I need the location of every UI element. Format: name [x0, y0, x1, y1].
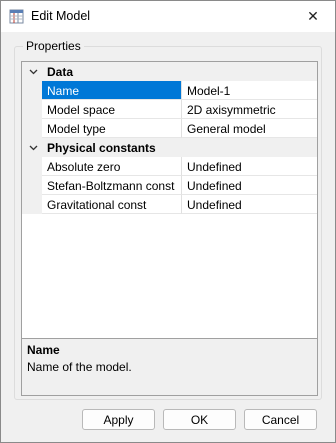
table-app-icon	[9, 9, 24, 24]
category-physical-constants[interactable]: Physical constants	[22, 138, 317, 157]
property-row-stefan-boltzmann[interactable]: Stefan-Boltzmann const Undefined	[22, 176, 317, 195]
help-title: Name	[27, 343, 60, 357]
property-row-name[interactable]: Name Model-1	[22, 81, 317, 100]
property-row-model-type[interactable]: Model type General model	[22, 119, 317, 138]
window-title: Edit Model	[31, 9, 91, 23]
property-value[interactable]: Undefined	[181, 195, 317, 214]
property-value[interactable]: Model-1	[181, 81, 317, 100]
close-button[interactable]: ✕	[291, 1, 335, 32]
property-value[interactable]: 2D axisymmetric	[181, 100, 317, 119]
property-name[interactable]: Stefan-Boltzmann const	[42, 176, 181, 195]
property-name[interactable]: Name	[42, 81, 181, 100]
row-gutter	[22, 157, 42, 176]
ok-button[interactable]: OK	[163, 409, 236, 430]
row-gutter	[22, 100, 42, 119]
row-gutter	[22, 119, 42, 138]
property-name[interactable]: Model type	[42, 119, 181, 138]
title-bar[interactable]: Edit Model ✕	[1, 1, 335, 32]
category-data[interactable]: Data	[22, 62, 317, 81]
category-label: Data	[47, 65, 74, 79]
category-label: Physical constants	[47, 141, 156, 155]
help-panel: Name Name of the model.	[21, 338, 318, 396]
row-gutter	[22, 176, 42, 195]
row-gutter	[22, 195, 42, 214]
property-row-model-space[interactable]: Model space 2D axisymmetric	[22, 100, 317, 119]
property-value[interactable]: General model	[181, 119, 317, 138]
property-name[interactable]: Gravitational const	[42, 195, 181, 214]
close-icon[interactable]: ✕	[307, 8, 319, 25]
property-row-absolute-zero[interactable]: Absolute zero Undefined	[22, 157, 317, 176]
row-gutter	[22, 81, 42, 100]
properties-group-label: Properties	[23, 39, 84, 53]
chevron-down-icon[interactable]	[24, 138, 42, 157]
cancel-button[interactable]: Cancel	[244, 409, 317, 430]
property-value[interactable]: Undefined	[181, 157, 317, 176]
property-grid[interactable]: Data Name Model-1 Model space 2D axisymm…	[21, 61, 318, 378]
property-name[interactable]: Model space	[42, 100, 181, 119]
properties-group: Properties Data Name Model-1 Model space…	[14, 39, 322, 400]
property-value[interactable]: Undefined	[181, 176, 317, 195]
property-row-gravitational[interactable]: Gravitational const Undefined	[22, 195, 317, 214]
help-description: Name of the model.	[27, 360, 132, 374]
apply-button[interactable]: Apply	[82, 409, 155, 430]
property-name[interactable]: Absolute zero	[42, 157, 181, 176]
chevron-down-icon[interactable]	[24, 62, 42, 81]
edit-model-dialog: Edit Model ✕ Properties Data Name Model-…	[0, 0, 336, 443]
